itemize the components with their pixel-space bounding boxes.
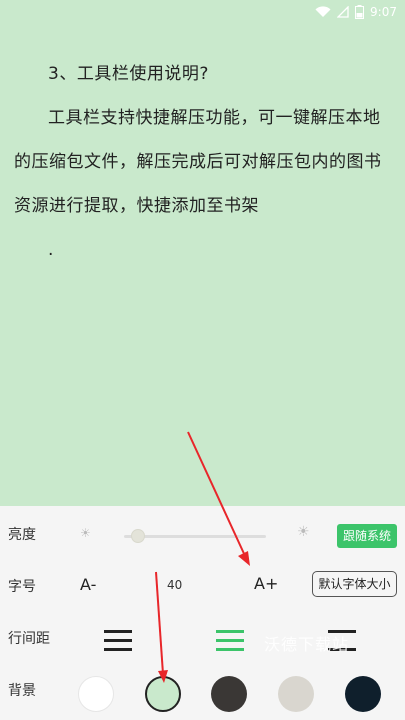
font-size-row: 字号 A- 40 A+ 默认字体大小 (0, 562, 405, 610)
background-swatch-navy[interactable] (345, 676, 381, 712)
section-heading: 3、工具栏使用说明? (48, 64, 209, 84)
battery-icon (355, 5, 365, 19)
signal-icon (337, 6, 349, 18)
default-font-size-button[interactable]: 默认字体大小 (312, 571, 397, 597)
brightness-row: 亮度 ☀ ☀ 跟随系统 (0, 510, 405, 558)
wifi-icon (315, 6, 331, 18)
background-swatch-gray[interactable] (278, 676, 314, 712)
line-spacing-wide-icon[interactable] (104, 630, 132, 652)
paragraph-line: 的压缩包文件，解压完成后可对解压包内的图书 (14, 152, 382, 172)
font-size-label: 字号 (8, 579, 36, 595)
brightness-slider[interactable] (124, 535, 266, 538)
sun-large-icon: ☀ (297, 524, 310, 540)
background-label: 背景 (8, 683, 36, 699)
font-decrease-button[interactable]: A- (80, 575, 96, 594)
background-swatch-green[interactable] (145, 676, 181, 712)
reader-content[interactable]: 3、工具栏使用说明? 工具栏支持快捷解压功能，可一键解压本地 的压缩包文件，解压… (0, 24, 405, 506)
sun-small-icon: ☀ (80, 526, 91, 540)
paragraph-line: 资源进行提取，快捷添加至书架 (14, 196, 259, 216)
paragraph-trailing: . (48, 240, 54, 260)
status-bar: 9:07 (0, 0, 405, 24)
brightness-slider-thumb[interactable] (131, 529, 146, 543)
background-row: 背景 (0, 666, 405, 714)
font-size-value: 40 (167, 578, 183, 592)
background-swatch-white[interactable] (78, 676, 114, 712)
brightness-label: 亮度 (8, 527, 36, 543)
font-increase-button[interactable]: A+ (254, 574, 278, 593)
line-spacing-label: 行间距 (8, 631, 50, 647)
paragraph-line: 工具栏支持快捷解压功能，可一键解压本地 (48, 108, 381, 128)
reading-settings-panel: 亮度 ☀ ☀ 跟随系统 字号 A- 40 A+ 默认字体大小 行间距 背景 (0, 506, 405, 720)
status-time: 9:07 (370, 5, 397, 19)
watermark: 沃德下载站 (264, 635, 350, 654)
background-swatch-dark-brown[interactable] (211, 676, 247, 712)
follow-system-button[interactable]: 跟随系统 (337, 524, 398, 548)
line-spacing-medium-icon[interactable] (216, 630, 244, 652)
